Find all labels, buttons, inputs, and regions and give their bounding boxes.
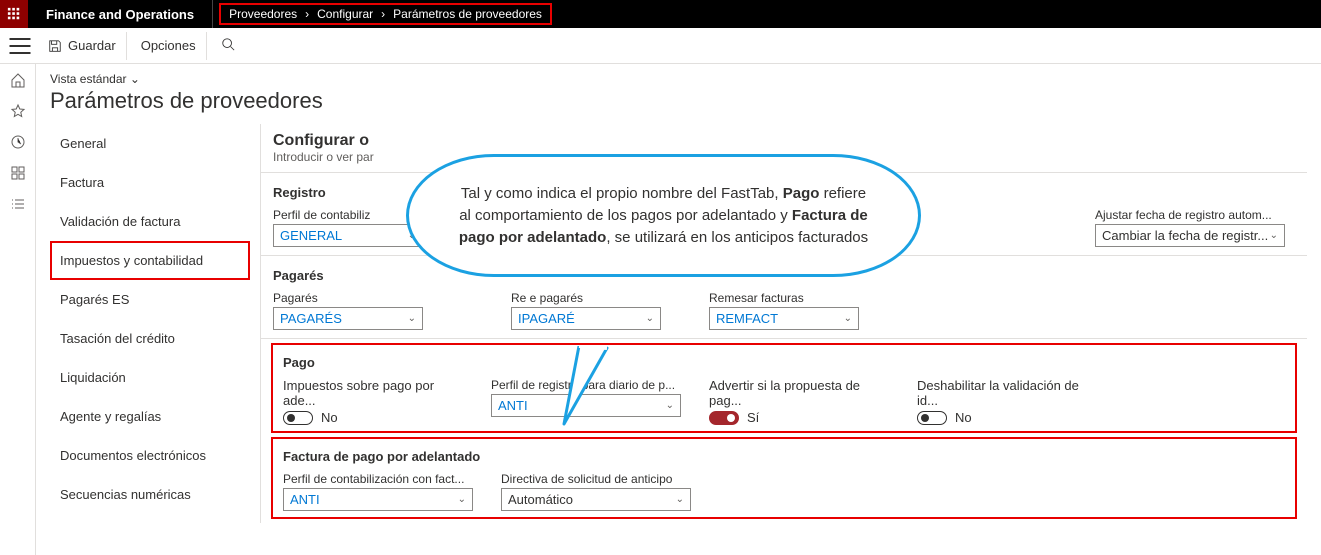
remitir-select[interactable]: IPAGARÉ⌄ (511, 307, 661, 330)
options-label: Opciones (141, 38, 196, 53)
advertir-label: Advertir si la propuesta de pag... (709, 378, 889, 408)
chevron-down-icon: ⌄ (666, 400, 674, 411)
section-factura-pago-title: Factura de pago por adelantado (283, 445, 1285, 472)
directiva-select[interactable]: Automático⌄ (501, 488, 691, 511)
nav-agente[interactable]: Agente y regalías (50, 397, 250, 436)
view-selector[interactable]: Vista estándar ⌄ (50, 72, 1307, 86)
breadcrumb: Proveedores › Configurar › Parámetros de… (219, 3, 552, 25)
nav-factura[interactable]: Factura (50, 163, 250, 202)
modules-icon[interactable] (10, 196, 26, 215)
ajustar-fecha-label: Ajustar fecha de registro autom... (1095, 208, 1285, 222)
chevron-down-icon: ⌄ (130, 72, 140, 86)
nav-general[interactable]: General (50, 124, 250, 163)
waffle-icon[interactable] (0, 0, 28, 28)
impuestos-pago-toggle[interactable] (283, 411, 313, 425)
search-icon[interactable] (211, 33, 245, 58)
pagares-select[interactable]: PAGARÉS⌄ (273, 307, 423, 330)
annotation-callout: Tal y como indica el propio nombre del F… (406, 154, 921, 277)
star-icon[interactable] (10, 103, 26, 122)
chevron-down-icon: ⌄ (646, 313, 654, 324)
page-title: Parámetros de proveedores (50, 88, 1307, 114)
save-label: Guardar (68, 38, 116, 53)
workspace-icon[interactable] (10, 165, 26, 184)
perfil-fact-label: Perfil de contabilización con fact... (283, 472, 473, 486)
impuestos-pago-value: No (321, 410, 338, 425)
nav-pagares-es[interactable]: Pagarés ES (50, 280, 250, 319)
nav-liquidacion[interactable]: Liquidación (50, 358, 250, 397)
nav-secuencias[interactable]: Secuencias numéricas (50, 475, 250, 514)
chevron-down-icon: ⌄ (1270, 230, 1278, 241)
hamburger-icon[interactable] (6, 32, 34, 60)
options-button[interactable]: Opciones (131, 32, 207, 60)
app-title: Finance and Operations (28, 0, 213, 28)
chevron-right-icon: › (381, 7, 385, 21)
perfil-fact-select[interactable]: ANTI⌄ (283, 488, 473, 511)
nav-documentos[interactable]: Documentos electrónicos (50, 436, 250, 475)
nav-tasacion[interactable]: Tasación del crédito (50, 319, 250, 358)
deshabilitar-value: No (955, 410, 972, 425)
crumb-2[interactable]: Configurar (317, 7, 373, 21)
save-icon (48, 39, 62, 53)
side-nav: General Factura Validación de factura Im… (50, 124, 250, 523)
advertir-toggle[interactable] (709, 411, 739, 425)
remesar-select[interactable]: REMFACT⌄ (709, 307, 859, 330)
home-icon[interactable] (10, 72, 26, 91)
chevron-down-icon: ⌄ (408, 313, 416, 324)
recent-icon[interactable] (10, 134, 26, 153)
chevron-down-icon: ⌄ (676, 494, 684, 505)
chevron-down-icon: ⌄ (844, 313, 852, 324)
remitir-label: Re e pagarés (511, 291, 661, 305)
impuestos-pago-label: Impuestos sobre pago por ade... (283, 378, 463, 408)
chevron-right-icon: › (305, 7, 309, 21)
deshabilitar-label: Deshabilitar la validación de id... (917, 378, 1097, 408)
crumb-1[interactable]: Proveedores (229, 7, 297, 21)
advertir-value: Sí (747, 410, 759, 425)
perfil-contabiliz-label: Perfil de contabiliz (273, 208, 423, 222)
remesar-label: Remesar facturas (709, 291, 859, 305)
directiva-label: Directiva de solicitud de anticipo (501, 472, 691, 486)
form-header-title: Configurar o (273, 132, 1295, 150)
section-pago-title: Pago (283, 351, 1285, 378)
nav-impuestos[interactable]: Impuestos y contabilidad (50, 241, 250, 280)
crumb-3[interactable]: Parámetros de proveedores (393, 7, 542, 21)
chevron-down-icon: ⌄ (458, 494, 466, 505)
ajustar-fecha-select[interactable]: Cambiar la fecha de registr...⌄ (1095, 224, 1285, 247)
pagares-label: Pagarés (273, 291, 423, 305)
perfil-contabiliz-select[interactable]: GENERAL⌄ (273, 224, 423, 247)
deshabilitar-toggle[interactable] (917, 411, 947, 425)
save-button[interactable]: Guardar (38, 32, 127, 60)
nav-validacion[interactable]: Validación de factura (50, 202, 250, 241)
